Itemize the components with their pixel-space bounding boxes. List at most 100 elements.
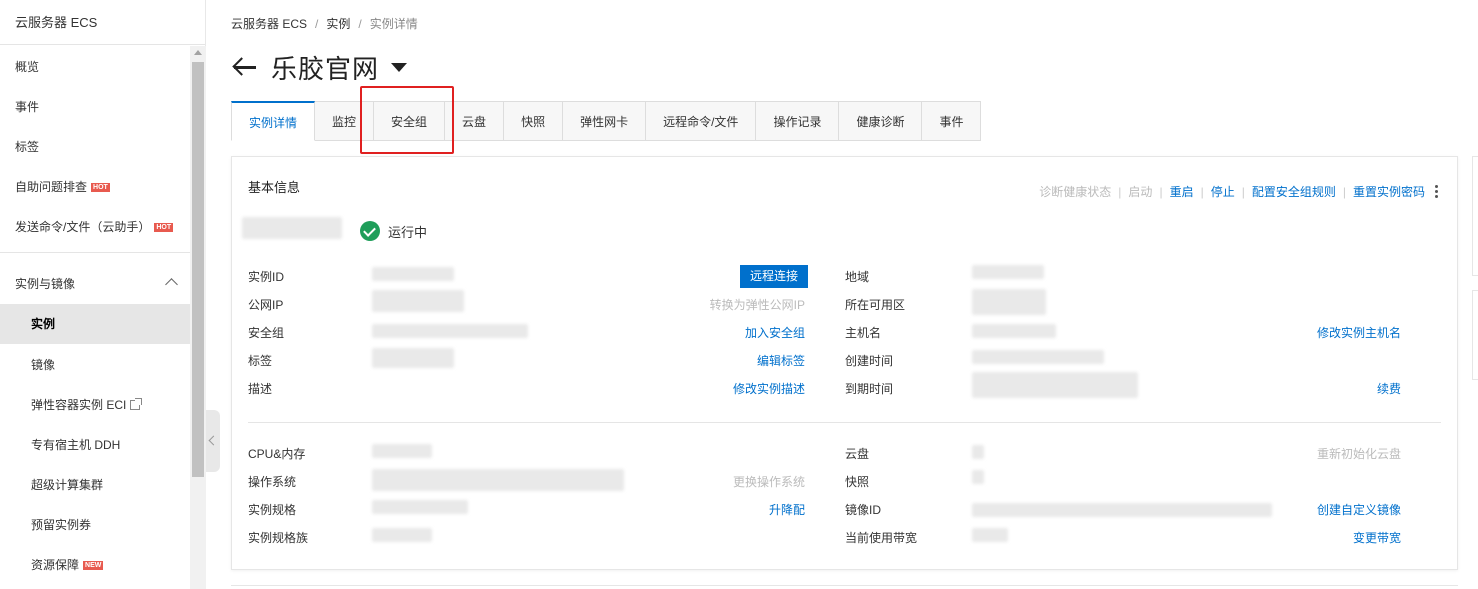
tab-eni[interactable]: 弹性网卡	[563, 101, 647, 141]
create-custom-image-link[interactable]: 创建自定义镜像	[1317, 501, 1401, 518]
sidebar-scrollbar[interactable]	[190, 46, 206, 589]
sidebar-item-label: 镜像	[31, 358, 56, 372]
restart-link[interactable]: 重启	[1170, 183, 1194, 200]
section-divider	[248, 422, 1441, 423]
sidebar-title: 云服务器 ECS	[0, 0, 205, 45]
upgrade-downgrade-link[interactable]: 升降配	[769, 501, 805, 518]
tab-events[interactable]: 事件	[922, 101, 982, 141]
sidebar-item-label: 实例	[31, 317, 56, 331]
image-id-redacted	[972, 503, 1272, 517]
field-label-snapshots: 快照	[845, 475, 870, 489]
cpu-memory-redacted	[372, 444, 432, 458]
sidebar-item-label: 超级计算集群	[31, 478, 104, 492]
sidebar-item-eci[interactable]: 弹性容器实例 ECI	[0, 385, 190, 425]
breadcrumb-separator: /	[315, 17, 319, 31]
action-divider: |	[1241, 184, 1245, 199]
sidebar-item-label: 预留实例券	[31, 518, 92, 532]
field-label-zone: 所在可用区	[845, 298, 906, 312]
hot-badge: HOT	[154, 223, 174, 233]
stop-link[interactable]: 停止	[1211, 183, 1235, 200]
title-row: 乐胶官网	[231, 49, 408, 85]
field-label-image-id: 镜像ID	[845, 503, 882, 517]
field-label-expire-time: 到期时间	[845, 382, 894, 396]
field-label-tags: 标签	[248, 354, 273, 368]
check-circle-icon	[360, 221, 380, 241]
page-title: 乐胶官网	[271, 53, 380, 84]
side-panel-edge	[1472, 290, 1478, 380]
tab-remote-command[interactable]: 远程命令/文件	[646, 101, 757, 141]
new-badge: NEW	[83, 561, 104, 571]
external-link-icon	[130, 398, 143, 410]
tab-instance-details[interactable]: 实例详情	[231, 101, 316, 141]
hostname-redacted	[972, 324, 1056, 338]
sidebar-item-label: 标签	[15, 140, 40, 154]
sidebar-item-instances[interactable]: 实例	[0, 304, 190, 344]
instance-family-redacted	[372, 528, 432, 542]
reset-password-link[interactable]: 重置实例密码	[1353, 183, 1425, 200]
security-group-redacted	[372, 324, 528, 338]
field-label-created-time: 创建时间	[845, 354, 894, 368]
main-content: 云服务器 ECS / 实例 / 实例详情 乐胶官网 实例详情 监控 安全组 云盘 快照 …	[206, 0, 1478, 589]
edit-description-link[interactable]: 修改实例描述	[733, 380, 805, 397]
sidebar-item-reserved-instances[interactable]: 预留实例券	[0, 505, 190, 545]
tab-bar: 实例详情 监控 安全组 云盘 快照 弹性网卡 远程命令/文件 操作记录 健康诊断…	[231, 101, 982, 141]
next-panel-edge	[231, 585, 1458, 586]
created-time-redacted	[972, 350, 1104, 364]
sidebar-item-self-diagnosis[interactable]: 自助问题排查 HOT	[0, 167, 190, 207]
side-panel-edge	[1472, 156, 1478, 276]
disks-redacted	[972, 445, 984, 459]
change-os-link[interactable]: 更换操作系统	[733, 473, 805, 490]
expire-time-redacted	[972, 372, 1138, 398]
more-options-icon[interactable]	[1435, 185, 1439, 198]
convert-eip-link[interactable]: 转换为弹性公网IP	[710, 296, 805, 313]
field-label-instance-id: 实例ID	[248, 270, 285, 284]
sidebar: 云服务器 ECS 概览 事件 标签 自助问题排查 HOT 发送命令/文件（云助手）…	[0, 0, 206, 589]
field-label-bandwidth: 当前使用带宽	[845, 531, 918, 545]
field-label-cpu-memory: CPU&内存	[248, 447, 306, 461]
sidebar-item-label: 资源保障	[31, 558, 80, 572]
sidebar-item-label: 自助问题排查	[15, 180, 88, 194]
edit-tags-link[interactable]: 编辑标签	[757, 352, 805, 369]
breadcrumb-ecs[interactable]: 云服务器 ECS	[231, 17, 307, 31]
tab-health-diagnosis[interactable]: 健康诊断	[839, 101, 923, 141]
sidebar-item-overview[interactable]: 概览	[0, 47, 190, 87]
field-label-region: 地域	[845, 270, 870, 284]
field-label-hostname: 主机名	[845, 326, 882, 340]
status-row: 运行中	[360, 221, 427, 241]
sidebar-item-send-command[interactable]: 发送命令/文件（云助手） HOT	[0, 207, 190, 247]
field-label-os: 操作系统	[248, 475, 297, 489]
panel-title: 基本信息	[248, 180, 301, 195]
sidebar-item-label: 弹性容器实例 ECI	[31, 398, 127, 412]
tab-snapshots[interactable]: 快照	[504, 101, 564, 141]
action-divider: |	[1200, 184, 1204, 199]
scroll-up-arrow-icon[interactable]	[194, 50, 202, 55]
annotation-highlight-box	[360, 86, 454, 154]
sidebar-item-tags[interactable]: 标签	[0, 127, 190, 167]
instance-id-redacted	[372, 267, 454, 281]
renew-link[interactable]: 续费	[1377, 380, 1401, 397]
change-bandwidth-link[interactable]: 变更带宽	[1353, 529, 1401, 546]
config-security-rules-link[interactable]: 配置安全组规则	[1252, 183, 1336, 200]
caret-down-icon[interactable]	[391, 62, 408, 72]
sidebar-item-images[interactable]: 镜像	[0, 345, 190, 385]
sidebar-group-instances-images[interactable]: 实例与镜像	[0, 265, 190, 303]
breadcrumb: 云服务器 ECS / 实例 / 实例详情	[231, 15, 418, 32]
join-security-group-link[interactable]: 加入安全组	[745, 324, 805, 341]
sidebar-item-resource-assurance[interactable]: 资源保障 NEW	[0, 545, 190, 585]
sidebar-item-ddh[interactable]: 专有宿主机 DDH	[0, 425, 190, 465]
sidebar-scrollbar-thumb[interactable]	[192, 62, 204, 477]
tab-operation-log[interactable]: 操作记录	[756, 101, 840, 141]
sidebar-divider	[0, 252, 190, 253]
instance-name-redacted	[242, 217, 342, 239]
reinit-disk-link[interactable]: 重新初始化云盘	[1317, 445, 1401, 462]
diagnose-health-link[interactable]: 诊断健康状态	[1039, 183, 1111, 200]
sidebar-item-label: 发送命令/文件（云助手）	[15, 220, 151, 234]
back-arrow-icon[interactable]	[231, 53, 259, 81]
sidebar-item-events[interactable]: 事件	[0, 87, 190, 127]
sidebar-item-scc[interactable]: 超级计算集群	[0, 465, 190, 505]
remote-connect-button[interactable]: 远程连接	[740, 265, 808, 288]
start-link[interactable]: 启动	[1128, 183, 1152, 200]
edit-hostname-link[interactable]: 修改实例主机名	[1317, 324, 1401, 341]
sidebar-group-label: 实例与镜像	[15, 277, 76, 291]
breadcrumb-instances[interactable]: 实例	[326, 17, 350, 31]
